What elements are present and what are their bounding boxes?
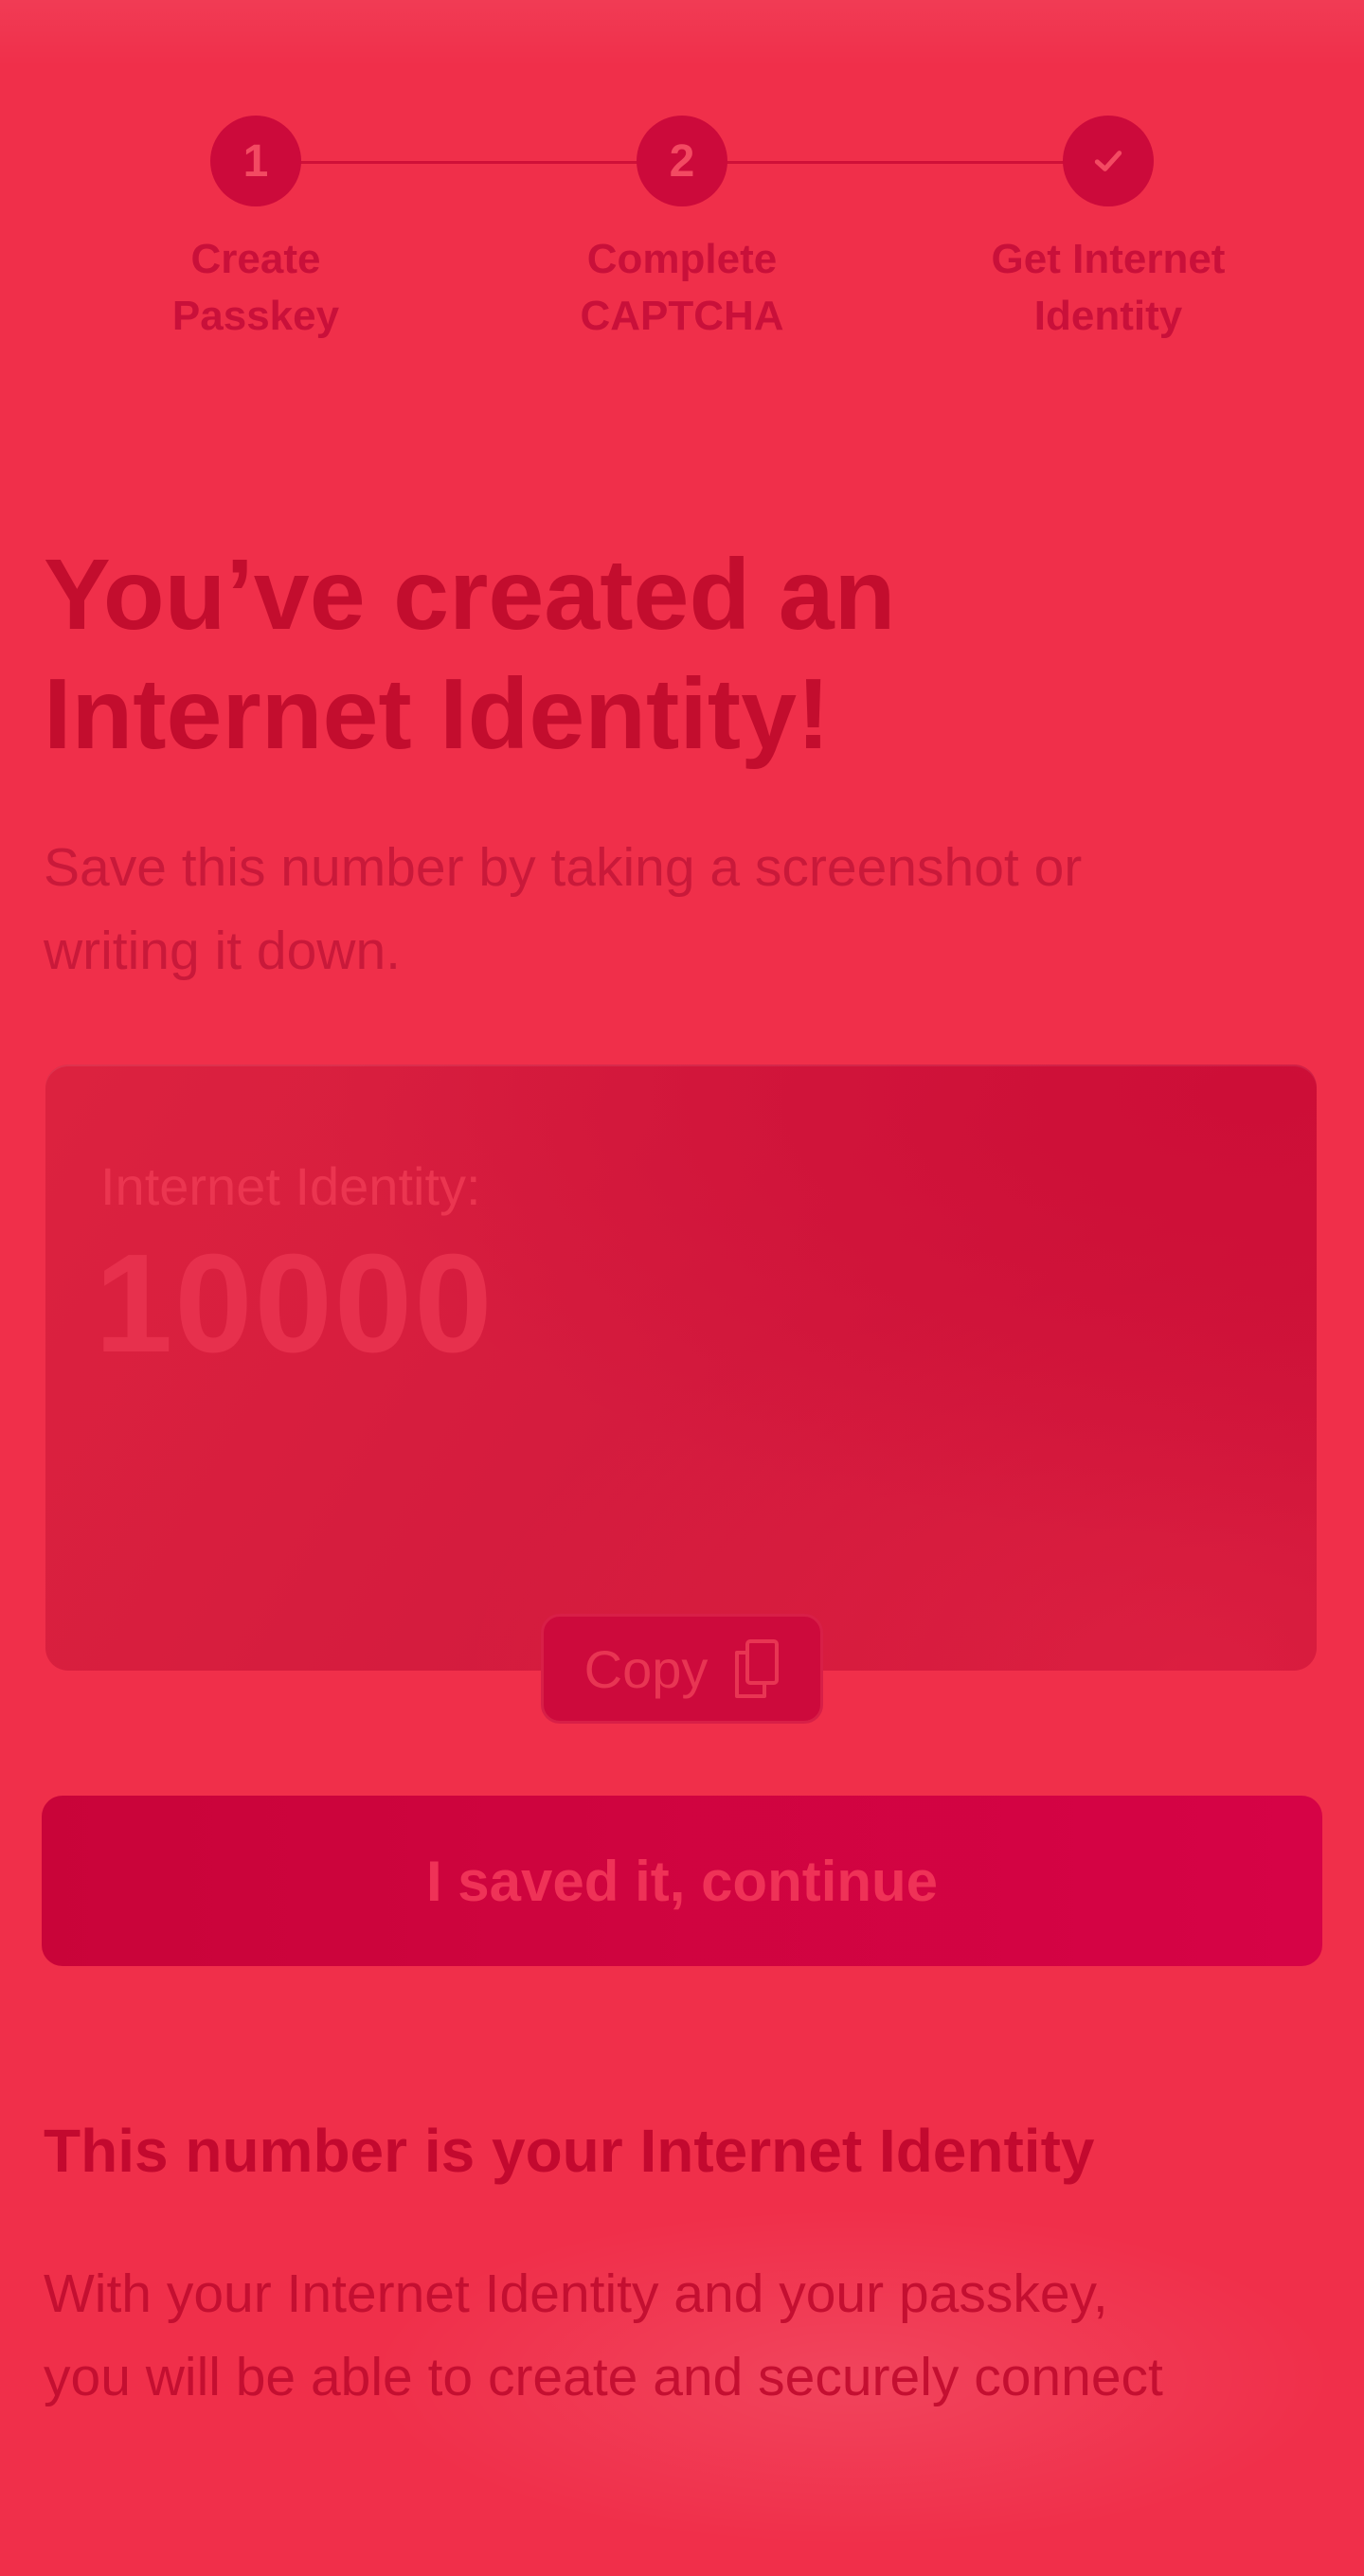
step-get-internet-identity: Get Internet Identity bbox=[966, 116, 1250, 345]
step-label: Create Passkey bbox=[171, 236, 340, 339]
info-paragraph: With your Internet Identity and your pas… bbox=[44, 2263, 1163, 2407]
continue-button-label: I saved it, continue bbox=[425, 1849, 939, 1913]
progress-stepper: 1 Create Passkey 2 Complete CAPTCHA Get … bbox=[0, 116, 1364, 362]
copy-button[interactable]: Copy bbox=[541, 1614, 823, 1724]
identity-number: 10000 bbox=[95, 1225, 494, 1382]
copy-button-label: Copy bbox=[583, 1638, 709, 1699]
identity-card: Internet Identity: 10000 bbox=[45, 1064, 1317, 1671]
step-label: Complete CAPTCHA bbox=[580, 236, 784, 339]
step-create-passkey: 1 Create Passkey bbox=[114, 116, 398, 345]
identity-label: Internet Identity: bbox=[100, 1156, 481, 1216]
page-subtitle: Save this number by taking a screenshot … bbox=[44, 837, 1083, 981]
continue-button[interactable]: I saved it, continue bbox=[42, 1796, 1322, 1966]
check-icon bbox=[1063, 116, 1154, 206]
background-highlight bbox=[0, 0, 1364, 66]
copy-icon bbox=[735, 1639, 780, 1698]
info-heading: This number is your Internet Identity bbox=[44, 2117, 1095, 2185]
page-title: You’ve created an Internet Identity! bbox=[44, 539, 896, 770]
step-complete-captcha: 2 Complete CAPTCHA bbox=[540, 116, 824, 345]
step-label: Get Internet Identity bbox=[991, 236, 1226, 339]
step-number-1: 1 bbox=[210, 116, 301, 206]
step-number-2: 2 bbox=[637, 116, 727, 206]
